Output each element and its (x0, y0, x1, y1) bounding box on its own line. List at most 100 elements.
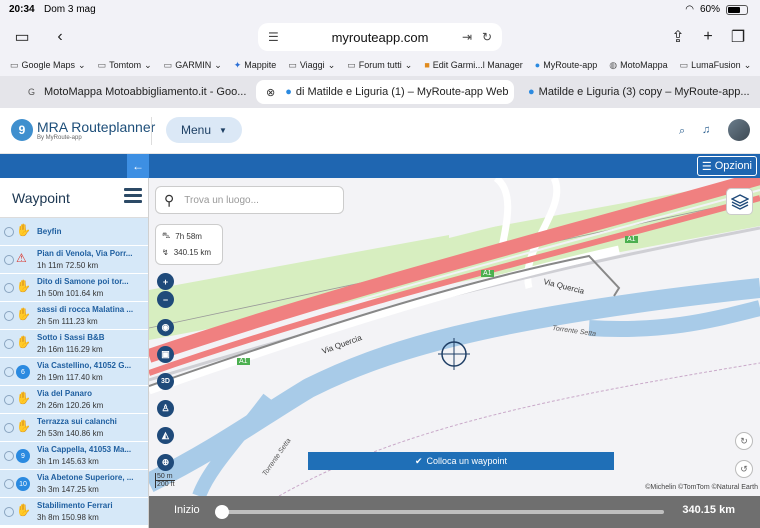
brand-logo[interactable]: 9 MRA Routeplanner By MyRoute-app (11, 119, 155, 141)
route-slider-track[interactable] (219, 510, 664, 514)
waypoint-list: ✋ Beyfin ⚠ Pian di Venola, Via Porr... 1h 11… (0, 218, 148, 526)
waypoint-item[interactable]: ✋ Stabilimento Ferrari 3h 8m 150.98 km (0, 498, 148, 526)
back-button[interactable]: ‹ (46, 24, 74, 50)
check-circle-icon: ✔ (414, 455, 423, 466)
zoom-in-button[interactable]: + (157, 273, 174, 290)
warning-hand-icon: ⚠ (16, 251, 27, 265)
folder-icon: ▭ (10, 59, 19, 70)
total-distance: 340.15 km (682, 504, 735, 516)
waypoint-name: Via Abetone Superiore, ... (37, 473, 134, 482)
clock-icon (4, 283, 14, 293)
bookmark-item[interactable]: ▭ GARMIN ⌄ (164, 60, 222, 71)
admin-border (278, 362, 760, 496)
waypoint-item[interactable]: ✋ Sotto i Sassi B&B 2h 16m 116.29 km (0, 330, 148, 358)
waypoint-item[interactable]: 6 Via Castellino, 41052 G... 2h 19m 117.40… (0, 358, 148, 386)
map-scale: 50 m 200 ft (155, 473, 181, 488)
waypoint-item[interactable]: ✋ Via del Panaro 2h 26m 120.26 km (0, 386, 148, 414)
user-avatar[interactable] (728, 119, 750, 141)
waypoint-item[interactable]: 10 Via Abetone Superiore, ... 3h 3m 147.25… (0, 470, 148, 498)
waypoint-name: sassi di rocca Malatina ... (37, 305, 134, 314)
undo-icon[interactable]: ↺ (735, 460, 753, 478)
bookmark-item[interactable]: ▭ Forum tutti ⌄ (347, 60, 412, 71)
waypoint-item[interactable]: 9 Via Cappella, 41053 Ma... 3h 1m 145.63 k… (0, 442, 148, 470)
waypoint-item[interactable]: ✋ Dito di Samone poi tor... 1h 50m 101.64 … (0, 274, 148, 302)
tab-matilde-liguria-3[interactable]: ● Matilde e Liguria (3) copy – MyRoute-a… (514, 80, 754, 104)
bookmark-item[interactable]: ▭ Viaggi ⌄ (288, 60, 335, 71)
waypoint-item[interactable]: ✋ Terrazza sui calanchi 2h 53m 140.86 km (0, 414, 148, 442)
search-icon[interactable]: ⌕ (679, 125, 685, 138)
map-credits: ©Michelin ©TomTom ©Natural Earth (645, 484, 758, 491)
hand-icon: ✋ (16, 503, 31, 517)
hand-icon: ✋ (16, 223, 31, 237)
new-tab-icon[interactable]: + (694, 24, 722, 50)
route-slider-handle[interactable] (215, 505, 229, 519)
url-bar[interactable]: ☰ myrouteapp.com ⇥ ↻ (258, 23, 502, 51)
mappite-icon: ✦ (233, 59, 242, 70)
bookmark-item[interactable]: ● MyRoute-app (535, 60, 597, 70)
waypoint-sidebar: Waypoint ✋ Beyfin ⚠ Pian di Venola, Via Por… (0, 178, 149, 528)
myroute-pin-icon: ● (285, 86, 292, 98)
bookmark-item[interactable]: ◍ MotoMappa (609, 60, 667, 71)
waypoint-item[interactable]: ⚠ Pian di Venola, Via Porr... 1h 11m 72.50… (0, 246, 148, 274)
map-view[interactable]: Via Quercia Via Quercia A1 A1 A1 Torrent… (149, 178, 760, 496)
rider-icon: ⛍ (162, 231, 171, 240)
bookmark-item[interactable]: ▭ Google Maps ⌄ (10, 60, 86, 71)
tab-matilde-liguria-1[interactable]: ⊗ ● di Matilde e Liguria (1) – MyRoute-a… (256, 80, 514, 104)
grab-hand-icon: ✋ (16, 307, 31, 321)
options-button[interactable]: ☰ Opzioni (696, 156, 757, 176)
elevation-chart-icon[interactable]: ◭ (157, 427, 174, 444)
bookmark-item[interactable]: ■ Edit Garmi...l Manager (424, 60, 522, 70)
status-time: 20:34 (9, 4, 35, 15)
lock-icon[interactable]: ▣ (157, 346, 174, 363)
collapse-sidebar-button[interactable]: ← (127, 154, 149, 178)
waypoint-time-distance: 2h 16m 116.29 km (37, 345, 103, 354)
wave-hand-icon: ✋ (16, 391, 31, 405)
waypoint-item[interactable]: ✋ sassi di rocca Malatina ... 2h 5m 111.23… (0, 302, 148, 330)
waypoint-number-icon: 6 (16, 365, 30, 379)
hamburger-icon[interactable] (124, 188, 142, 206)
redo-icon[interactable]: ↻ (735, 432, 753, 450)
waypoint-name: Terrazza sui calanchi (37, 417, 117, 426)
status-bar: 20:34 Dom 3 mag ◠ 60% (0, 0, 760, 20)
tabs-overview-icon[interactable]: ❐ (724, 24, 752, 50)
bookmark-item[interactable]: ✦ Mappite (234, 60, 277, 71)
waypoint-time-distance: 2h 53m 140.86 km (37, 429, 104, 438)
reader-icon[interactable]: ☰ (268, 30, 279, 44)
wifi-icon: ◠ (685, 4, 694, 15)
person-icon[interactable]: ♙ (157, 400, 174, 417)
location-marker-icon[interactable]: ◉ (157, 319, 174, 336)
zoom-out-button[interactable]: − (157, 291, 174, 308)
highway-shield: A1 (625, 236, 638, 243)
view-3d-button[interactable]: 3D (157, 373, 174, 390)
bookmark-item[interactable]: ▭ LumaFusion ⌄ (680, 60, 752, 71)
reload-icon[interactable]: ↻ (482, 30, 492, 44)
clock-icon (4, 479, 14, 489)
search-placeholder: Trova un luogo... (184, 194, 259, 206)
list-icon: ☰ (701, 160, 712, 173)
share-icon[interactable]: ⇪ (664, 24, 692, 50)
clock-icon (4, 227, 14, 237)
bell-icon[interactable]: ♫ (702, 124, 710, 136)
waypoint-name: Via Cappella, 41053 Ma... (37, 445, 132, 454)
myroute-pin-icon: ● (528, 86, 535, 98)
tab-motomappa[interactable]: G MotoMappa Motoabbigliamento.it - Goo..… (0, 80, 252, 104)
sidebar-title: Waypoint (12, 190, 70, 206)
caret-down-icon: ▼ (219, 125, 227, 135)
place-search-box[interactable]: ⚲ Trova un luogo... (155, 186, 344, 214)
waypoint-number-icon: 9 (16, 449, 30, 463)
brand-name: MRA Routeplanner (37, 119, 156, 135)
clock-icon (4, 311, 14, 321)
close-tab-icon[interactable]: ⊗ (266, 86, 275, 99)
route-summary: ⛍ 7h 58m ↯ 340.15 km (155, 224, 223, 265)
sidebar-toggle-icon[interactable]: ▭ (8, 24, 36, 50)
waypoint-item[interactable]: ✋ Beyfin (0, 218, 148, 246)
bookmark-item[interactable]: ▭ Tomtom ⌄ (98, 60, 152, 71)
sidebar-header: Waypoint (0, 178, 148, 218)
location-pin-icon: ⚲ (164, 191, 175, 208)
layers-icon[interactable] (726, 188, 753, 215)
locate-me-icon[interactable]: ⊕ (157, 454, 174, 471)
clock-icon (4, 367, 14, 377)
menu-button[interactable]: Menu ▼ (166, 117, 242, 143)
place-waypoint-button[interactable]: ✔ Colloca un waypoint (308, 452, 614, 470)
share-page-icon[interactable]: ⇥ (462, 30, 472, 44)
